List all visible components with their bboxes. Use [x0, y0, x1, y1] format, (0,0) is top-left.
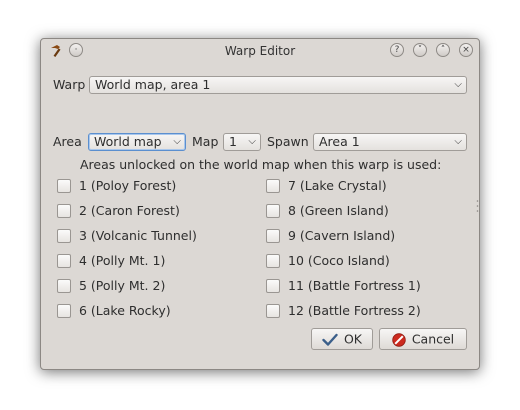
warp-select-value: World map, area 1: [95, 77, 211, 92]
checkbox-label: 10 (Coco Island): [288, 253, 390, 268]
checkbox-label: 12 (Battle Fortress 2): [288, 303, 421, 318]
checkbox-label: 7 (Lake Crystal): [288, 178, 387, 193]
checkbox[interactable]: [57, 179, 71, 193]
chevron-down-icon: ⌵: [173, 136, 181, 147]
checkbox[interactable]: [266, 279, 280, 293]
areas-heading: Areas unlocked on the world map when thi…: [80, 157, 442, 172]
help-button[interactable]: ?: [390, 43, 404, 57]
area-select-value: World map: [94, 134, 162, 149]
cancel-label: Cancel: [411, 331, 455, 347]
checkbox[interactable]: [266, 254, 280, 268]
checkbox[interactable]: [57, 279, 71, 293]
checkbox[interactable]: [57, 254, 71, 268]
chevron-down-icon: ⌵: [248, 136, 256, 147]
checkbox-label: 9 (Cavern Island): [288, 228, 396, 243]
chevron-up-icon: ˄: [440, 45, 446, 55]
chevron-down-icon: ⌵: [454, 136, 462, 147]
checkmark-icon: [322, 333, 338, 346]
warp-select[interactable]: World map, area 1 ⌵: [89, 76, 467, 94]
ok-label: OK: [343, 331, 363, 347]
area-select[interactable]: World map ⌵: [88, 133, 186, 151]
spawn-select[interactable]: Area 1 ⌵: [313, 133, 467, 151]
warp-label: Warp: [53, 77, 86, 92]
checkbox[interactable]: [266, 179, 280, 193]
checkbox[interactable]: [57, 229, 71, 243]
checkbox[interactable]: [266, 204, 280, 218]
close-icon: ×: [462, 45, 470, 55]
map-select-value: 1: [229, 134, 237, 149]
checkbox-label: 1 (Poloy Forest): [79, 178, 177, 193]
checkbox-label: 6 (Lake Rocky): [79, 303, 171, 318]
map-select[interactable]: 1 ⌵: [223, 133, 261, 151]
close-button[interactable]: ×: [459, 43, 473, 57]
area-label: Area: [53, 134, 82, 149]
checkbox-label: 8 (Green Island): [288, 203, 389, 218]
warp-editor-dialog: · Warp Editor ? ˅ ˄ × Warp World map, ar…: [40, 38, 480, 370]
spawn-label: Spawn: [267, 134, 309, 149]
checkbox-label: 2 (Caron Forest): [79, 203, 180, 218]
chevron-down-icon: ˅: [417, 45, 423, 55]
checkbox[interactable]: [57, 204, 71, 218]
resize-grip[interactable]: [476, 199, 479, 213]
checkbox[interactable]: [266, 229, 280, 243]
checkbox-label: 11 (Battle Fortress 1): [288, 278, 421, 293]
maximize-button[interactable]: ˄: [436, 43, 450, 57]
checkbox[interactable]: [266, 304, 280, 318]
checkbox-label: 4 (Polly Mt. 1): [79, 253, 166, 268]
chevron-down-icon: ⌵: [454, 79, 462, 90]
question-icon: ?: [394, 45, 400, 55]
cancel-button[interactable]: Cancel: [379, 328, 467, 350]
map-label: Map: [192, 134, 219, 149]
checkbox-label: 5 (Polly Mt. 2): [79, 278, 166, 293]
checkbox-label: 3 (Volcanic Tunnel): [79, 228, 197, 243]
spawn-select-value: Area 1: [319, 134, 360, 149]
no-entry-icon: [392, 332, 406, 347]
checkbox[interactable]: [57, 304, 71, 318]
title-bar[interactable]: · Warp Editor ? ˅ ˄ ×: [41, 39, 479, 63]
ok-button[interactable]: OK: [311, 328, 373, 350]
minimize-button[interactable]: ˅: [413, 43, 427, 57]
